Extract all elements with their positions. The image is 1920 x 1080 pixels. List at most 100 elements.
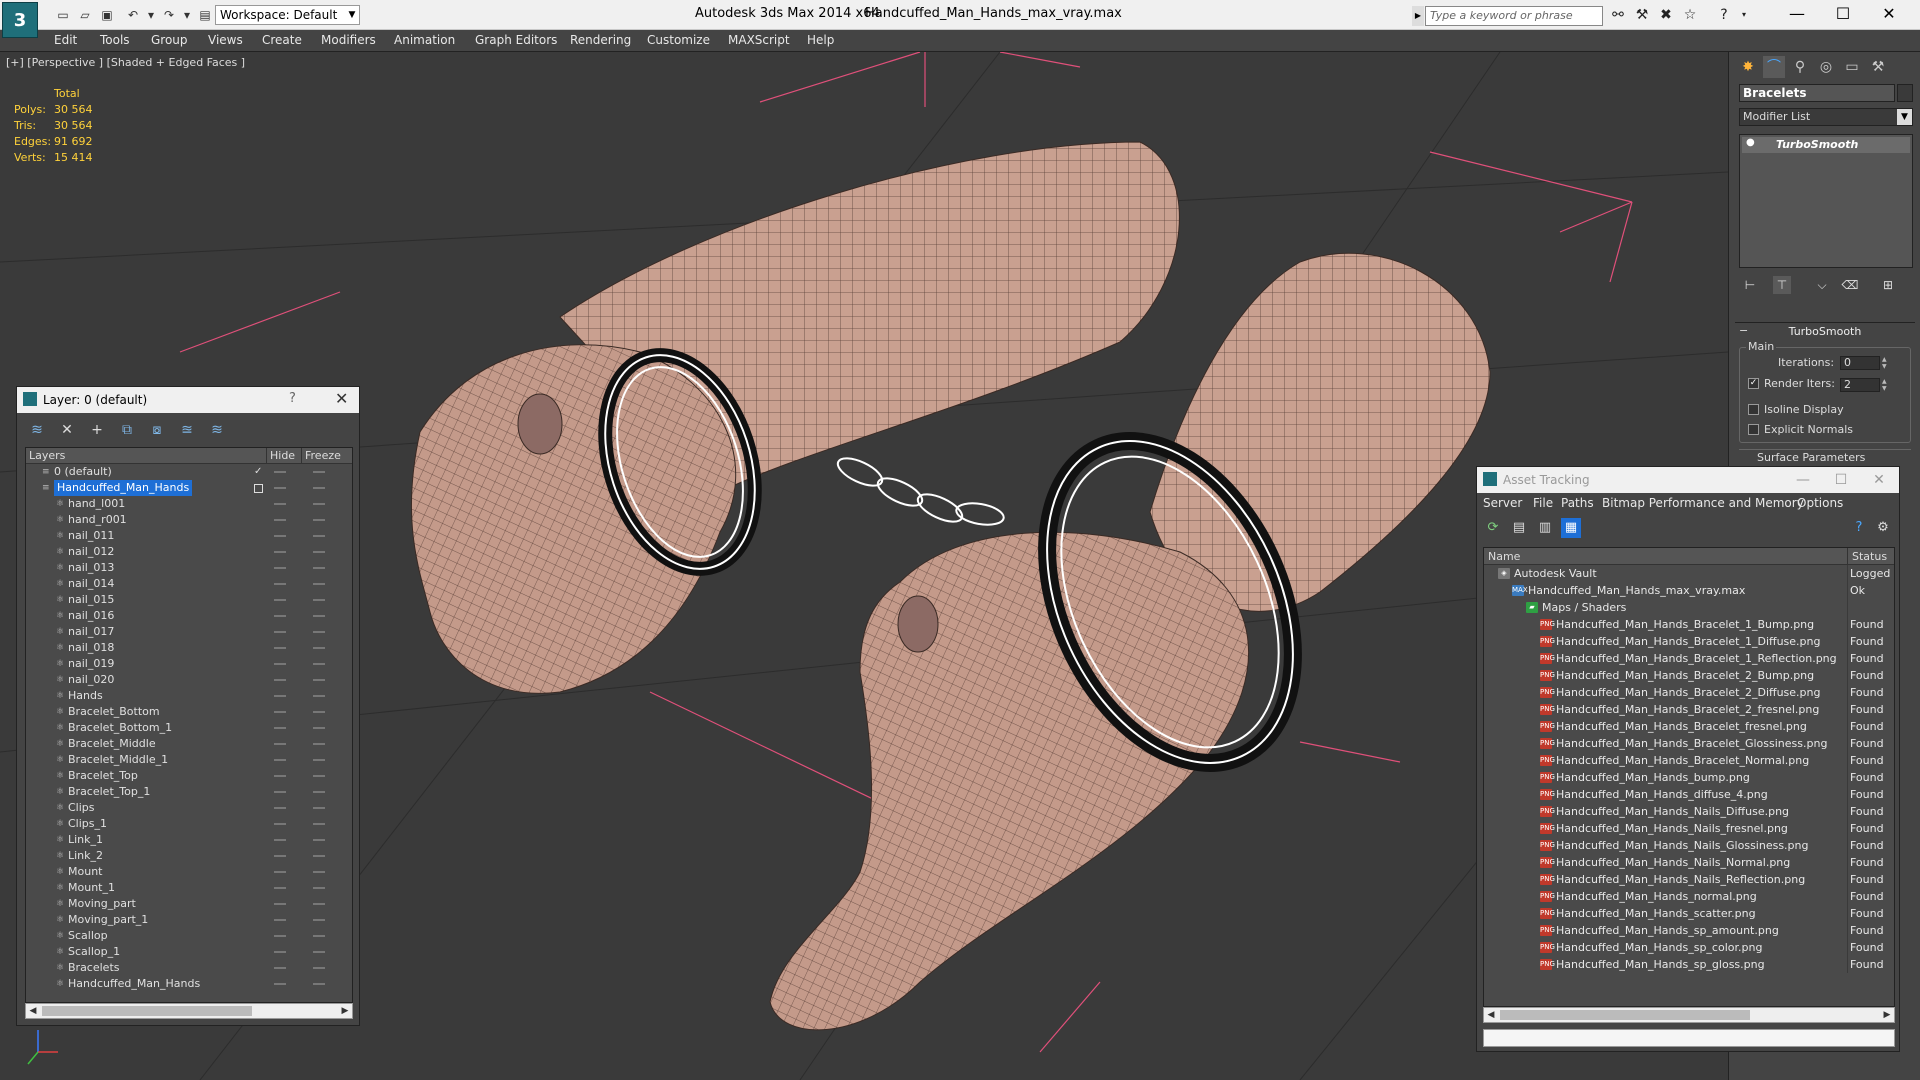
subscription-icon[interactable]: ⚒: [1632, 6, 1652, 24]
viewport-label[interactable]: [+] [Perspective ] [Shaded + Edged Faces…: [6, 56, 245, 69]
show-end-result-icon[interactable]: ⊤: [1773, 276, 1791, 294]
freeze-toggle[interactable]: [313, 759, 325, 761]
layer-row[interactable]: ⚛ Mount: [26, 864, 352, 880]
asset-row[interactable]: PNG Handcuffed_Man_Hands_sp_amount.png Fou…: [1484, 922, 1894, 939]
layer-row[interactable]: ⚛ Bracelet_Middle: [26, 736, 352, 752]
freeze-toggle[interactable]: [313, 743, 325, 745]
freeze-toggle[interactable]: [313, 839, 325, 841]
freeze-toggle[interactable]: [313, 791, 325, 793]
layer-row[interactable]: ⚛ Clips: [26, 800, 352, 816]
asset-horizontal-scrollbar[interactable]: ◀ ▶: [1483, 1007, 1895, 1023]
surface-parameters-group[interactable]: Surface Parameters: [1739, 449, 1911, 465]
layer-row[interactable]: ≡ Handcuffed_Man_Hands: [26, 480, 352, 496]
column-layers[interactable]: Layers: [29, 449, 65, 462]
hide-toggle[interactable]: [274, 839, 286, 841]
menu-customize[interactable]: Customize: [647, 33, 710, 47]
iterations-spin-icon[interactable]: ▲ ▼: [1882, 356, 1890, 370]
menu-edit[interactable]: Edit: [54, 33, 77, 47]
asset-menu-file[interactable]: File: [1533, 496, 1553, 510]
layer-row[interactable]: ≡ 0 (default) ✓: [26, 464, 352, 480]
asset-row[interactable]: ◈ Autodesk Vault Logged O: [1484, 565, 1894, 582]
asset-row[interactable]: PNG Handcuffed_Man_Hands_Nails_fresnel.pn…: [1484, 820, 1894, 837]
configure-sets-icon[interactable]: ⊞: [1879, 276, 1897, 294]
freeze-toggle[interactable]: [313, 967, 325, 969]
hide-toggle[interactable]: [274, 615, 286, 617]
asset-row[interactable]: PNG Handcuffed_Man_Hands_Bracelet_1_Diffu…: [1484, 633, 1894, 650]
freeze-toggle[interactable]: [313, 535, 325, 537]
freeze-toggle[interactable]: [313, 663, 325, 665]
asset-row[interactable]: MAX Handcuffed_Man_Hands_max_vray.max Ok: [1484, 582, 1894, 599]
remove-modifier-icon[interactable]: ⌫: [1841, 276, 1859, 294]
hide-toggle[interactable]: [274, 711, 286, 713]
rollout-title[interactable]: TurboSmooth: [1735, 325, 1915, 338]
hide-toggle[interactable]: [274, 807, 286, 809]
hide-toggle[interactable]: [274, 791, 286, 793]
modifier-list-dropdown[interactable]: Modifier List: [1739, 108, 1913, 126]
layer-help-button[interactable]: ?: [289, 391, 296, 406]
explicit-normals-checkbox[interactable]: [1748, 424, 1759, 435]
render-iters-checkbox[interactable]: ✓: [1748, 378, 1759, 389]
layer-row[interactable]: ⚛ Bracelet_Top_1: [26, 784, 352, 800]
hide-toggle[interactable]: [274, 903, 286, 905]
redo-dropdown-icon[interactable]: ▾: [178, 6, 196, 24]
layer-row[interactable]: ⚛ Scallop: [26, 928, 352, 944]
asset-settings-icon[interactable]: ⚙: [1873, 518, 1893, 538]
hide-toggle[interactable]: [274, 967, 286, 969]
hide-toggle[interactable]: [274, 551, 286, 553]
hide-toggle[interactable]: [274, 775, 286, 777]
hide-toggle[interactable]: [274, 983, 286, 985]
close-button[interactable]: ✕: [1866, 0, 1912, 30]
isoline-display-checkbox[interactable]: [1748, 404, 1759, 415]
freeze-toggle[interactable]: [313, 855, 325, 857]
undo-dropdown-icon[interactable]: ▾: [142, 6, 160, 24]
display-tab-icon[interactable]: ▭: [1841, 56, 1863, 78]
asset-row[interactable]: PNG Handcuffed_Man_Hands_Nails_Glossiness…: [1484, 837, 1894, 854]
layer-row[interactable]: ⚛ Link_2: [26, 848, 352, 864]
layer-row[interactable]: ⚛ Moving_part: [26, 896, 352, 912]
menu-group[interactable]: Group: [151, 33, 188, 47]
layer-row[interactable]: ⚛ nail_012: [26, 544, 352, 560]
layer-row[interactable]: ⚛ Handcuffed_Man_Hands: [26, 976, 352, 992]
set-current-layer-box[interactable]: [254, 484, 263, 493]
layer-row[interactable]: ⚛ nail_011: [26, 528, 352, 544]
menu-graph-editors[interactable]: Graph Editors: [475, 33, 557, 47]
asset-menu-paths[interactable]: Paths: [1561, 496, 1594, 510]
redo-icon[interactable]: ↷: [160, 6, 178, 24]
workspace-dropdown-icon[interactable]: ▼: [345, 5, 359, 25]
asset-row[interactable]: PNG Handcuffed_Man_Hands_scatter.png Found: [1484, 905, 1894, 922]
active-layer-check-icon[interactable]: ✓: [254, 464, 262, 480]
hide-toggle[interactable]: [274, 919, 286, 921]
open-file-icon[interactable]: ▱: [76, 6, 94, 24]
menu-animation[interactable]: Animation: [394, 33, 455, 47]
freeze-toggle[interactable]: [313, 615, 325, 617]
object-color-swatch[interactable]: [1897, 84, 1913, 102]
iterations-spinner[interactable]: 0: [1840, 356, 1880, 370]
save-file-icon[interactable]: ▣: [98, 6, 116, 24]
minimize-button[interactable]: —: [1774, 0, 1820, 30]
freeze-toggle[interactable]: [313, 647, 325, 649]
add-to-layer-icon[interactable]: +: [87, 420, 107, 440]
hide-toggle[interactable]: [274, 727, 286, 729]
hide-toggle[interactable]: [274, 887, 286, 889]
scroll-right-icon[interactable]: ▶: [1880, 1008, 1894, 1022]
maximize-button[interactable]: ☐: [1820, 0, 1866, 30]
menu-create[interactable]: Create: [262, 33, 302, 47]
layer-row[interactable]: ⚛ nail_017: [26, 624, 352, 640]
asset-row[interactable]: PNG Handcuffed_Man_Hands_Nails_Diffuse.pn…: [1484, 803, 1894, 820]
asset-tracking-titlebar[interactable]: Asset Tracking — ☐ ✕: [1477, 467, 1899, 493]
layer-close-button[interactable]: ✕: [335, 389, 348, 408]
new-file-icon[interactable]: ▭: [54, 6, 72, 24]
pin-stack-icon[interactable]: ⊢: [1741, 276, 1759, 294]
layer-row[interactable]: ⚛ nail_019: [26, 656, 352, 672]
hide-toggle[interactable]: [274, 871, 286, 873]
freeze-toggle[interactable]: [313, 503, 325, 505]
freeze-toggle[interactable]: [313, 887, 325, 889]
layer-row[interactable]: ⚛ Moving_part_1: [26, 912, 352, 928]
asset-row[interactable]: PNG Handcuffed_Man_Hands_normal.png Found: [1484, 888, 1894, 905]
object-name-field[interactable]: Bracelets: [1739, 84, 1895, 102]
hide-toggle[interactable]: [274, 823, 286, 825]
project-folder-icon[interactable]: ▤: [196, 6, 214, 24]
hide-toggle[interactable]: [274, 631, 286, 633]
layer-row[interactable]: ⚛ nail_013: [26, 560, 352, 576]
make-unique-icon[interactable]: ⌵: [1813, 276, 1831, 294]
